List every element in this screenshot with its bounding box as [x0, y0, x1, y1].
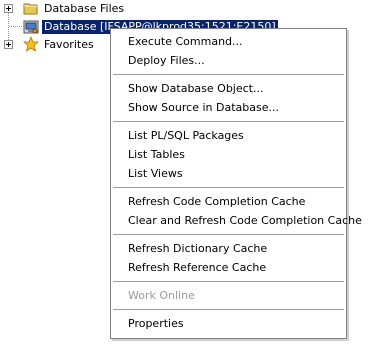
- tree-item-label: Favorites: [44, 38, 94, 51]
- context-menu: Execute Command... Deploy Files... Show …: [110, 28, 362, 339]
- menu-item-properties[interactable]: Properties: [111, 314, 346, 333]
- menu-item-work-online: Work Online: [128, 289, 195, 302]
- menu-item-refresh-reference-cache[interactable]: Refresh Reference Cache: [111, 258, 346, 277]
- menu-item-list-views[interactable]: List Views: [111, 164, 346, 183]
- menu-separator: [113, 74, 344, 76]
- expand-icon[interactable]: [4, 4, 13, 13]
- database-icon: [23, 19, 39, 35]
- menu-separator: [113, 281, 344, 283]
- menu-separator: [113, 121, 344, 123]
- menu-item-list-plsql-packages[interactable]: List PL/SQL Packages: [111, 126, 346, 145]
- menu-item-deploy-files[interactable]: Deploy Files...: [111, 51, 346, 70]
- menu-item-refresh-code-completion-cache[interactable]: Refresh Code Completion Cache: [111, 192, 346, 211]
- menu-item-execute-command[interactable]: Execute Command...: [111, 32, 346, 51]
- expand-icon[interactable]: [4, 40, 13, 49]
- menu-item-list-tables[interactable]: List Tables: [111, 145, 346, 164]
- menu-separator: [113, 234, 344, 236]
- tree-item-label: Database Files: [44, 2, 125, 15]
- menu-separator: [113, 187, 344, 189]
- tree-connector: [9, 26, 22, 28]
- menu-item-refresh-dictionary-cache[interactable]: Refresh Dictionary Cache: [111, 239, 346, 258]
- menu-separator: [113, 309, 344, 311]
- folder-icon: [23, 0, 39, 16]
- star-icon: [22, 35, 40, 52]
- menu-item-show-source-in-database[interactable]: Show Source in Database...: [111, 98, 346, 117]
- menu-item-show-database-object[interactable]: Show Database Object...: [111, 79, 346, 98]
- menu-item-clear-refresh-code-completion-cache[interactable]: Clear and Refresh Code Completion Cache: [111, 211, 362, 230]
